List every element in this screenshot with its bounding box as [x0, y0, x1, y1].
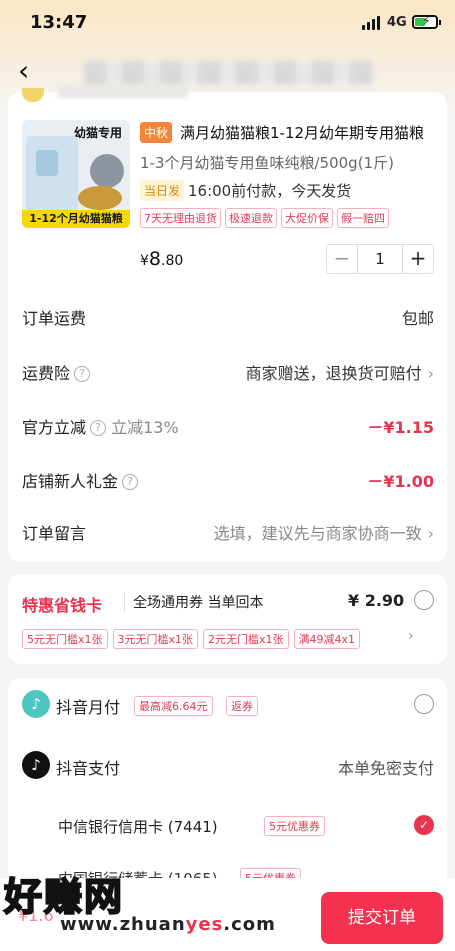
new-gift-label: 店铺新人礼金 — [22, 472, 119, 491]
watermark-url-a: www.zhuan — [60, 914, 186, 935]
savings-card-desc: 全场通用券 当单回本 — [124, 592, 263, 612]
official-label: 官方立减 — [22, 418, 87, 437]
shop-icon — [22, 88, 44, 102]
bank-card-1-name: 中信银行信用卡 (7441) — [58, 818, 218, 836]
help-icon[interactable]: ? — [74, 366, 91, 382]
douyin-icon: ♪ — [22, 690, 50, 718]
status-bar: 13:47 4G ⚡ — [0, 0, 455, 44]
new-gift-row: 店铺新人礼金? －¥1.00 — [22, 468, 434, 492]
coupon-chip: 2元无门槛x1张 — [203, 629, 289, 649]
message-input[interactable]: 选填，建议先与商家协商一致 — [214, 524, 422, 543]
help-icon[interactable]: ? — [122, 474, 139, 490]
product-image-banner: 1-12个月幼猫猫粮 — [22, 210, 130, 228]
freight-row: 订单运费 包邮 — [22, 305, 434, 329]
coupon-chip: 3元无门槛x1张 — [112, 629, 199, 649]
coupon-chip: 5元无门槛x1张 — [22, 629, 108, 649]
order-card: 幼猫专用 1-12个月幼猫猫粮 中秋 满月幼猫猫粮1-12月幼年期专用猫粮 1-… — [8, 86, 447, 562]
increase-button[interactable]: + — [403, 245, 433, 273]
pay-douyin-name: 抖音支付 — [56, 759, 121, 778]
bank-card-1[interactable]: 中信银行信用卡 (7441) — [58, 816, 218, 837]
insurance-row[interactable]: 运费险? 商家赠送，退换货可赔付 › — [22, 360, 434, 384]
blurred-address — [84, 61, 374, 85]
insurance-value: 商家赠送，退换货可赔付 — [245, 364, 422, 383]
pay-monthly-tag: 最高减6.64元 — [134, 696, 213, 716]
freight-value: 包邮 — [401, 309, 434, 328]
message-row[interactable]: 订单留言 选填，建议先与商家协商一致 › — [22, 520, 434, 544]
product-spec[interactable]: 1-3个月幼猫专用鱼味纯粮/500g(1斤) — [140, 152, 394, 173]
radio-icon[interactable] — [414, 590, 434, 610]
chevron-right-icon: › — [427, 524, 434, 543]
savings-card[interactable]: 特惠省钱卡 全场通用券 当单回本 ¥ 2.90 5元无门槛x1张 3元无门槛x1… — [8, 574, 447, 664]
official-discount-row: 官方立减? 立减13% －¥1.15 — [22, 414, 434, 438]
watermark-logo: 好赚网 — [3, 874, 125, 920]
douyin-icon: ♪ — [22, 751, 50, 779]
message-label: 订单留言 — [22, 524, 87, 543]
savings-card-price: ¥ 2.90 — [348, 591, 405, 610]
insurance-label: 运费险 — [22, 364, 71, 383]
festival-tag: 中秋 — [140, 122, 173, 143]
price-integer: 8 — [148, 248, 162, 270]
quantity-value[interactable]: 1 — [357, 245, 403, 273]
status-time: 13:47 — [30, 12, 88, 33]
pay-monthly-option[interactable]: ♪ 抖音月付 最高减6.64元 返券 — [22, 690, 434, 720]
coupon-chip: 满49减4x1 — [293, 629, 361, 649]
network-label: 4G — [387, 15, 407, 30]
battery-icon: ⚡ — [412, 14, 441, 29]
service-tag: 7天无理由退货 — [140, 208, 221, 228]
price-decimal: .80 — [161, 253, 184, 269]
same-day-tag: 当日发 — [140, 180, 185, 201]
coupon-list: 5元无门槛x1张 3元无门槛x1张 2元无门槛x1张 满49减4x1 — [22, 629, 424, 649]
submit-order-button[interactable]: 提交订单 — [321, 892, 443, 944]
service-tag: 大促价保 — [281, 208, 333, 228]
signal-icon — [362, 16, 382, 30]
savings-card-title: 特惠省钱卡 — [22, 596, 103, 615]
watermark-url: www.zhuanyes.com — [60, 914, 276, 935]
product-title[interactable]: 满月幼猫猫粮1-12月幼年期专用猫粮 — [180, 122, 436, 143]
food-bag-graphic — [26, 136, 78, 212]
product-price: ¥8.80 — [140, 248, 183, 270]
chevron-right-icon[interactable]: › — [408, 628, 414, 644]
bank-card-1-tag: 5元优惠券 — [264, 816, 325, 836]
official-value: －¥1.15 — [367, 418, 434, 437]
product-image[interactable]: 幼猫专用 1-12个月幼猫猫粮 — [22, 120, 130, 228]
new-gift-value: －¥1.00 — [367, 472, 434, 491]
service-tag: 极速退款 — [225, 208, 277, 228]
help-icon[interactable]: ? — [90, 420, 107, 436]
payment-card: ♪ 抖音月付 最高减6.64元 返券 ♪ 抖音支付 本单免密支付 中信银行信用卡… — [8, 678, 447, 888]
decrease-button[interactable]: − — [327, 245, 357, 273]
official-sub: 立减13% — [111, 418, 179, 437]
pay-douyin-option[interactable]: ♪ 抖音支付 本单免密支付 — [22, 751, 434, 781]
service-tags: 7天无理由退货 极速退款 大促价保 假一赔四 — [140, 208, 389, 228]
watermark-url-c: .com — [223, 914, 276, 935]
shipping-note: 16:00前付款，今天发货 — [188, 182, 352, 200]
radio-icon[interactable] — [414, 694, 434, 714]
price-symbol: ¥ — [140, 253, 149, 269]
watermark-url-b: yes — [185, 914, 224, 935]
pay-douyin-note: 本单免密支付 — [337, 759, 434, 778]
product-image-title: 幼猫专用 — [74, 126, 123, 140]
service-tag: 假一赔四 — [337, 208, 389, 228]
chevron-right-icon: › — [427, 364, 434, 383]
back-icon[interactable]: ‹ — [18, 57, 40, 86]
pay-monthly-name: 抖音月付 — [56, 698, 121, 717]
check-icon[interactable]: ✓ — [414, 815, 434, 835]
quantity-stepper: − 1 + — [326, 244, 434, 274]
kibble-graphic — [78, 186, 122, 210]
freight-label: 订单运费 — [22, 309, 87, 328]
blurred-shop-name — [58, 86, 188, 98]
kitten-graphic — [90, 154, 124, 188]
pay-monthly-tag-coupon: 返券 — [226, 696, 258, 716]
